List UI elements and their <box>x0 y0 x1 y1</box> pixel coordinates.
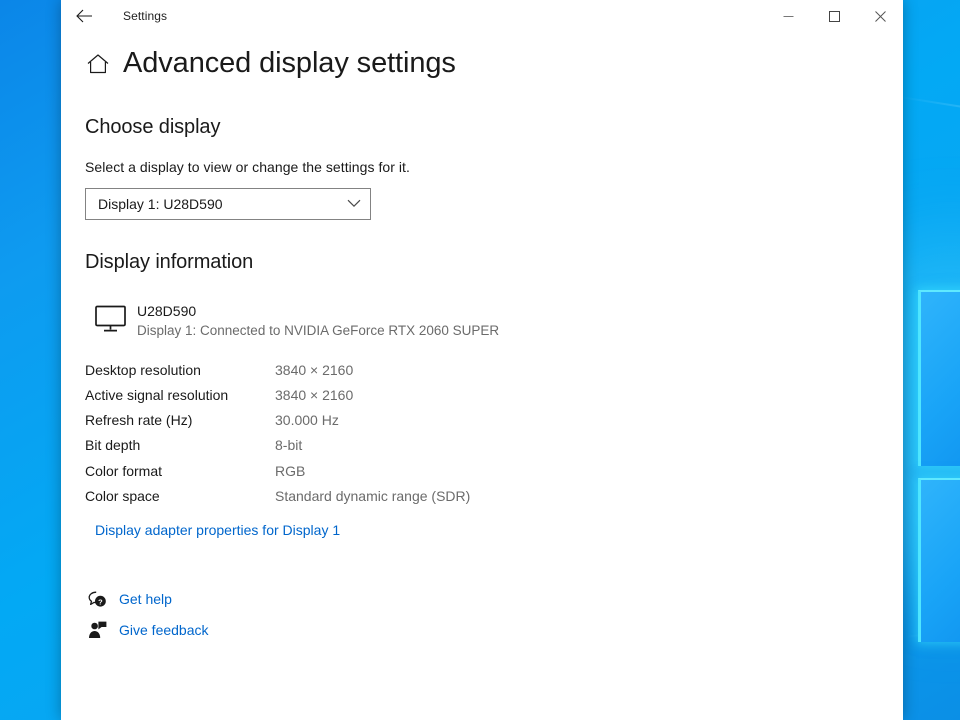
choose-display-description: Select a display to view or change the s… <box>85 158 410 175</box>
display-adapter-properties-link[interactable]: Display adapter properties for Display 1 <box>95 522 340 538</box>
minimize-icon <box>783 15 793 17</box>
window-controls <box>765 0 903 32</box>
close-button[interactable] <box>857 0 903 32</box>
info-label: Color format <box>85 462 163 479</box>
footer-links: ? Get help Give feedback <box>85 584 903 646</box>
info-label: Color space <box>85 488 160 505</box>
table-row: Bit depth 8-bit <box>85 433 470 458</box>
back-arrow-icon <box>75 9 92 23</box>
display-information-heading: Display information <box>85 250 254 273</box>
page-header: Advanced display settings <box>61 47 903 80</box>
info-value: 8-bit <box>275 437 303 454</box>
adapter-link-row: Display adapter properties for Display 1 <box>85 522 903 540</box>
minimize-button[interactable] <box>765 0 811 32</box>
monitor-name: U28D590 <box>137 302 197 319</box>
monitor-icon <box>95 305 126 332</box>
back-button[interactable] <box>61 0 107 32</box>
wallpaper-logo-pane-upper <box>918 290 960 466</box>
maximize-icon <box>828 10 840 22</box>
info-label: Active signal resolution <box>85 386 229 403</box>
page-title: Advanced display settings <box>123 47 456 79</box>
display-info-table-body: Desktop resolution 3840 × 2160 Active si… <box>85 357 470 509</box>
svg-text:?: ? <box>98 597 103 606</box>
give-feedback-row[interactable]: Give feedback <box>87 615 903 646</box>
help-bubble-icon: ? <box>87 589 107 609</box>
table-row: Desktop resolution 3840 × 2160 <box>85 357 470 382</box>
info-label: Refresh rate (Hz) <box>85 412 193 429</box>
info-value: 3840 × 2160 <box>275 386 354 403</box>
info-value: 30.000 Hz <box>275 412 339 429</box>
info-value: RGB <box>275 462 306 479</box>
maximize-button[interactable] <box>811 0 857 32</box>
table-row: Refresh rate (Hz) 30.000 Hz <box>85 407 470 432</box>
wallpaper-logo-pane-lower <box>918 478 960 642</box>
wallpaper-light-streak <box>899 96 960 124</box>
table-row: Color space Standard dynamic range (SDR) <box>85 483 470 508</box>
table-row: Color format RGB <box>85 458 470 483</box>
close-icon <box>874 10 886 22</box>
settings-page: Advanced display settings Choose display… <box>61 47 903 646</box>
chevron-down-icon <box>347 200 361 208</box>
monitor-connection: Display 1: Connected to NVIDIA GeForce R… <box>137 322 500 338</box>
get-help-link[interactable]: Get help <box>119 591 172 607</box>
info-label: Bit depth <box>85 437 141 454</box>
titlebar-title: Settings <box>123 9 168 23</box>
home-icon[interactable] <box>85 51 111 77</box>
window-titlebar: Settings <box>61 0 903 32</box>
give-feedback-link[interactable]: Give feedback <box>119 622 209 638</box>
display-select-dropdown[interactable]: Display 1: U28D590 <box>85 187 371 220</box>
display-select-value: Display 1: U28D590 <box>98 195 223 212</box>
info-label: Desktop resolution <box>85 361 201 378</box>
table-row: Active signal resolution 3840 × 2160 <box>85 382 470 407</box>
display-info-table: Desktop resolution 3840 × 2160 Active si… <box>85 357 470 509</box>
monitor-summary: U28D590 Display 1: Connected to NVIDIA G… <box>85 302 903 340</box>
settings-window: Settings Advanced display settings Choos… <box>61 0 903 720</box>
info-value: 3840 × 2160 <box>275 361 354 378</box>
get-help-row[interactable]: ? Get help <box>87 584 903 615</box>
monitor-text-block: U28D590 Display 1: Connected to NVIDIA G… <box>137 302 499 340</box>
page-content: Choose display Select a display to view … <box>61 116 903 646</box>
choose-display-heading: Choose display <box>85 115 221 138</box>
feedback-person-icon <box>87 620 107 640</box>
info-value: Standard dynamic range (SDR) <box>275 488 471 505</box>
